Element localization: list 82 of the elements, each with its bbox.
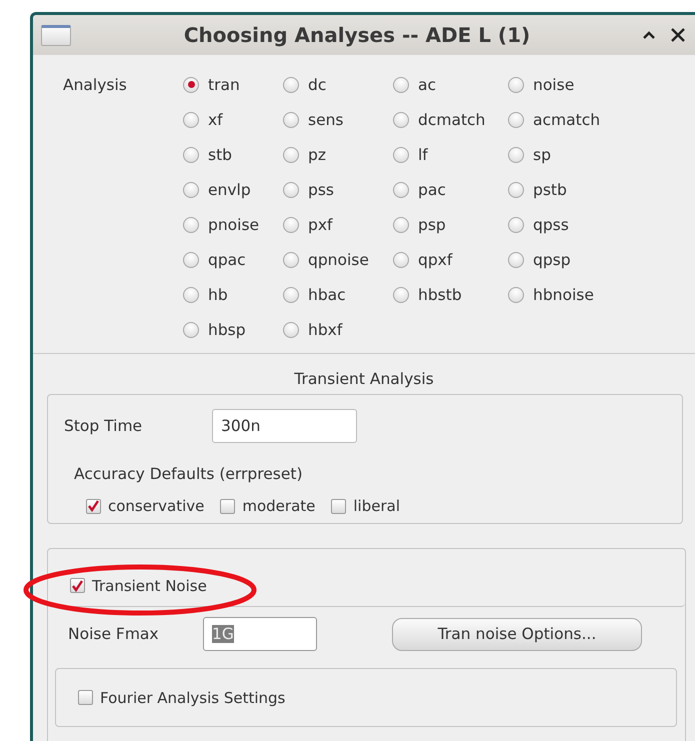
- selected-radio-button[interactable]: [183, 76, 199, 92]
- checkbox[interactable]: [331, 498, 346, 514]
- field-label: Stop Time: [64, 417, 144, 435]
- radio-button[interactable]: [283, 322, 299, 338]
- radio-label: qpnoise: [308, 250, 369, 268]
- radio-button[interactable]: [283, 286, 299, 302]
- radio-button[interactable]: [183, 286, 199, 302]
- radio-label: hbxf: [308, 320, 342, 338]
- radio-button[interactable]: [508, 112, 524, 128]
- checked-checkbox[interactable]: [70, 578, 85, 593]
- radio-button[interactable]: [393, 76, 409, 92]
- radio-label: hbac: [308, 286, 346, 304]
- section-title: Transient Analysis: [293, 370, 435, 388]
- radio-label: hb: [208, 286, 228, 304]
- checkbox[interactable]: [78, 690, 93, 705]
- radio-button[interactable]: [283, 252, 299, 268]
- tran-noise-options-button[interactable]: Tran noise Options...: [392, 618, 642, 650]
- radio-label: envlp: [208, 180, 251, 198]
- input-field[interactable]: 300n: [212, 409, 357, 443]
- radio-label: hbstb: [418, 286, 462, 304]
- radio-label: pnoise: [208, 216, 260, 234]
- checked-checkbox[interactable]: [86, 498, 101, 514]
- radio-label: qpss: [533, 216, 569, 234]
- radio-label: ac: [418, 76, 436, 94]
- accuracy-label: Accuracy Defaults (errpreset): [74, 465, 304, 483]
- checkbox-label: conservative: [108, 497, 204, 515]
- radio-button[interactable]: [508, 216, 524, 232]
- radio-button[interactable]: [508, 252, 524, 268]
- radio-label: sp: [533, 146, 551, 164]
- radio-label: psp: [418, 216, 446, 234]
- radio-label: tran: [208, 76, 240, 94]
- radio-label: hbsp: [208, 320, 246, 338]
- field-label: Noise Fmax: [68, 625, 160, 643]
- radio-button[interactable]: [183, 322, 199, 338]
- radio-label: pac: [418, 180, 446, 198]
- window-icon[interactable]: [41, 24, 71, 46]
- radio-button[interactable]: [283, 76, 299, 92]
- radio-button[interactable]: [183, 146, 199, 162]
- radio-label: dc: [308, 76, 326, 94]
- radio-label: pz: [308, 146, 326, 164]
- radio-label: pxf: [308, 216, 332, 234]
- checkbox-label: Transient Noise: [92, 576, 207, 594]
- radio-button[interactable]: [183, 182, 199, 198]
- maximize-icon[interactable]: [643, 31, 655, 39]
- radio-label: qpac: [208, 250, 246, 268]
- radio-label: xf: [208, 110, 223, 128]
- radio-button[interactable]: [283, 146, 299, 162]
- radio-button[interactable]: [393, 146, 409, 162]
- radio-label: stb: [208, 146, 232, 164]
- window-title: Choosing Analyses -- ADE L (1): [182, 23, 532, 47]
- radio-button[interactable]: [508, 286, 524, 302]
- checkbox-label: liberal: [353, 497, 400, 515]
- radio-button[interactable]: [183, 252, 199, 268]
- analysis-label: Analysis: [63, 75, 128, 96]
- close-icon[interactable]: [671, 28, 685, 42]
- checkbox-label: Fourier Analysis Settings: [100, 688, 286, 706]
- input-field[interactable]: 1G: [203, 617, 317, 651]
- checkbox[interactable]: [220, 498, 236, 514]
- radio-button[interactable]: [393, 112, 409, 128]
- radio-label: sens: [308, 110, 344, 128]
- radio-label: pss: [308, 180, 334, 198]
- radio-button[interactable]: [393, 216, 409, 232]
- radio-label: lf: [418, 146, 428, 164]
- radio-button[interactable]: [393, 286, 409, 302]
- radio-button[interactable]: [183, 112, 199, 128]
- radio-button[interactable]: [393, 182, 409, 198]
- radio-button[interactable]: [283, 216, 299, 232]
- radio-label: qpxf: [418, 250, 452, 268]
- radio-label: noise: [533, 76, 574, 94]
- radio-button[interactable]: [283, 182, 299, 198]
- radio-label: qpsp: [533, 250, 571, 268]
- radio-button[interactable]: [508, 76, 524, 92]
- radio-button[interactable]: [508, 146, 524, 162]
- radio-label: hbnoise: [533, 286, 594, 304]
- radio-label: pstb: [533, 180, 567, 198]
- radio-button[interactable]: [508, 182, 524, 198]
- radio-label: acmatch: [533, 110, 600, 128]
- checkbox-label: moderate: [242, 497, 316, 515]
- radio-button[interactable]: [283, 112, 299, 128]
- radio-button[interactable]: [183, 216, 199, 232]
- radio-label: dcmatch: [418, 110, 486, 128]
- radio-button[interactable]: [393, 252, 409, 268]
